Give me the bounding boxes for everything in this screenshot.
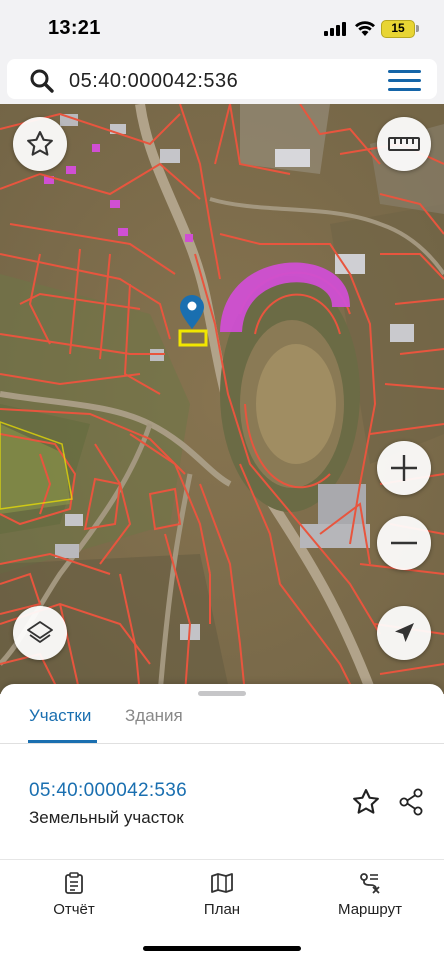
menu-icon[interactable] [388, 70, 421, 92]
sheet-grabber-handle[interactable] [198, 691, 246, 696]
star-icon[interactable] [351, 787, 381, 817]
parcel-cadastral-number[interactable]: 05:40:000042:536 [29, 780, 187, 802]
battery-icon: 15 [381, 20, 415, 38]
nav-report-label: Отчёт [53, 901, 95, 918]
tabs-divider [0, 743, 444, 744]
map-view[interactable] [0, 104, 444, 694]
zoom-in-button[interactable] [377, 441, 431, 495]
status-time: 13:21 [48, 17, 101, 39]
bottom-navigation: Отчёт План Маршрут [0, 864, 444, 924]
home-indicator [143, 946, 301, 951]
layers-icon [27, 621, 53, 643]
nav-route[interactable]: Маршрут [315, 872, 425, 918]
report-icon [65, 872, 83, 894]
battery-level: 15 [391, 21, 405, 35]
status-bar: 13:21 15 [0, 0, 444, 56]
plus-icon [391, 455, 417, 481]
location-arrow-icon [395, 623, 414, 642]
route-icon [360, 873, 380, 894]
tab-buildings[interactable]: Здания [125, 706, 183, 726]
nav-report[interactable]: Отчёт [19, 872, 129, 918]
zoom-out-button[interactable] [377, 516, 431, 570]
nav-route-label: Маршрут [338, 901, 402, 918]
nav-plan[interactable]: План [167, 872, 277, 918]
bottom-sheet[interactable]: Участки Здания 05:40:000042:536 Земельны… [0, 684, 444, 960]
search-icon[interactable] [29, 68, 55, 94]
search-bar-container: 05:40:000042:536 [0, 56, 444, 104]
favorite-star-button[interactable] [13, 117, 67, 171]
wifi-icon [355, 21, 375, 36]
tab-parcels[interactable]: Участки [29, 706, 91, 726]
item-divider [0, 859, 444, 860]
parcel-type: Земельный участок [29, 808, 184, 827]
star-icon [27, 131, 53, 156]
locate-button[interactable] [377, 606, 431, 660]
satellite-map[interactable] [0, 104, 444, 694]
ruler-icon [388, 137, 420, 151]
cellular-signal-icon [324, 22, 348, 36]
layers-button[interactable] [13, 606, 67, 660]
search-bar[interactable]: 05:40:000042:536 [7, 59, 437, 99]
nav-plan-label: План [203, 901, 241, 918]
minus-icon [391, 541, 417, 545]
search-input[interactable]: 05:40:000042:536 [69, 70, 238, 93]
share-icon[interactable] [396, 787, 426, 817]
battery-tip [416, 25, 419, 32]
ruler-button[interactable] [377, 117, 431, 171]
map-plan-icon [211, 873, 233, 893]
